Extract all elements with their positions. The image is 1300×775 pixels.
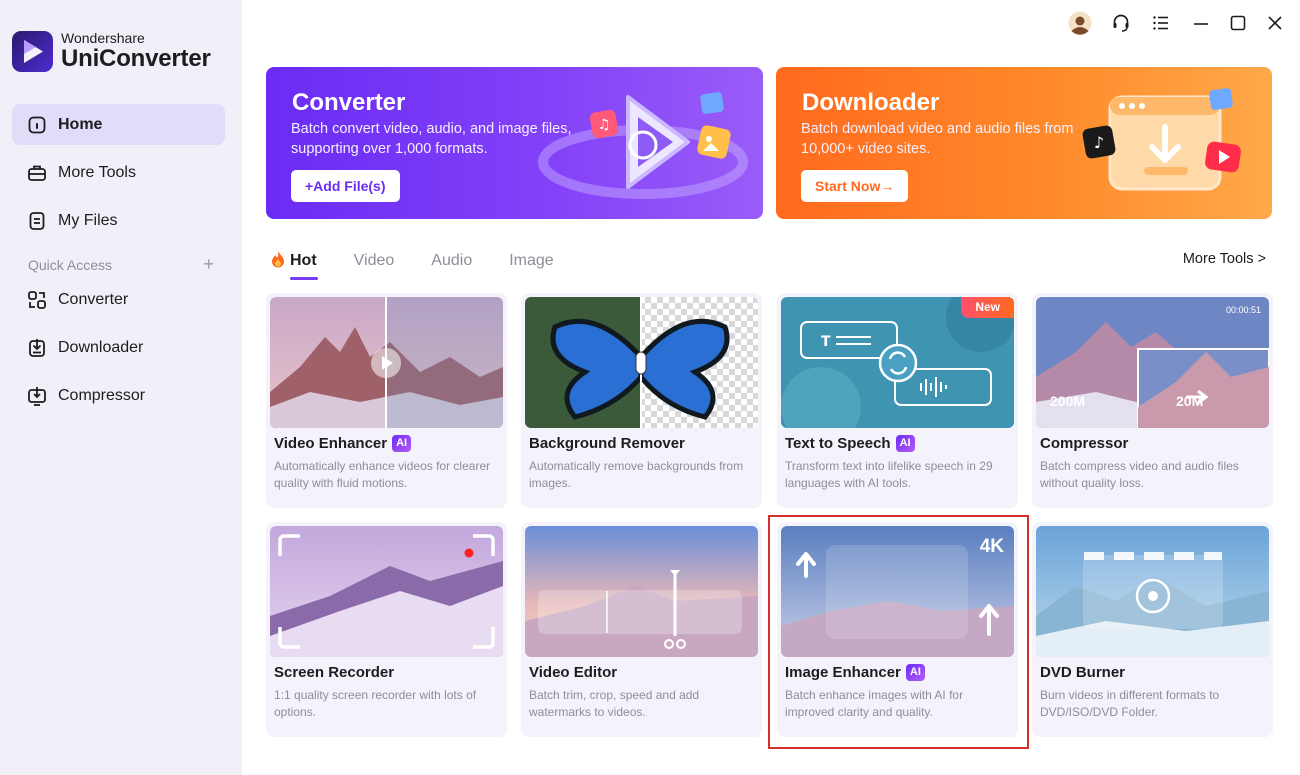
minimize-icon[interactable]: [1188, 10, 1214, 36]
converter-banner[interactable]: ♫ Converter Batch convert video, audio, …: [266, 67, 763, 219]
video-timestamp: 00:00:51: [1225, 305, 1261, 315]
tool-card-video-enhancer[interactable]: Video Enhancer AI Automatically enhance v…: [266, 293, 507, 508]
video-enhancer-thumbnail: [270, 297, 503, 428]
maximize-icon[interactable]: [1225, 10, 1251, 36]
quick-access-label: Quick Access: [28, 256, 113, 273]
start-now-button[interactable]: Start Now→: [801, 170, 909, 202]
card-title: Background Remover: [529, 435, 685, 452]
add-quick-access-button[interactable]: +: [203, 254, 214, 275]
card-title: Text to Speech: [785, 435, 891, 452]
sidebar-item-my-files[interactable]: My Files: [12, 200, 225, 241]
tab-label: Video: [353, 252, 395, 269]
text-to-speech-thumbnail: T New: [781, 297, 1014, 428]
ai-badge: AI: [392, 435, 412, 452]
dvd-burner-thumbnail: [1036, 526, 1269, 657]
tool-card-video-editor[interactable]: Video Editor Batch trim, crop, speed and…: [521, 522, 762, 737]
card-description: 1:1 quality screen recorder with lots of…: [274, 688, 477, 719]
card-description: Batch compress video and audio files wit…: [1040, 459, 1239, 490]
svg-text:♫: ♫: [598, 117, 611, 133]
headset-icon[interactable]: [1108, 10, 1134, 36]
ai-badge: AI: [895, 435, 915, 452]
brand-company: Wondershare: [61, 30, 145, 46]
home-icon: [26, 114, 48, 136]
converter-description: Batch convert video, audio, and image fi…: [291, 121, 572, 157]
card-title: Video Enhancer: [274, 435, 388, 452]
card-description: Automatically enhance videos for clearer…: [274, 459, 491, 490]
category-tabs: Hot Video Audio Image: [270, 248, 591, 280]
quick-access-header: Quick Access +: [28, 254, 214, 275]
downloader-description: Batch download video and audio files fro…: [801, 121, 1074, 157]
image-enhancer-thumbnail: 4K: [781, 526, 1014, 657]
compress-to-size: 20M: [1176, 393, 1204, 409]
toolbox-icon: [26, 162, 48, 184]
background-remover-thumbnail: [525, 297, 758, 428]
card-description: Batch enhance images with AI for improve…: [785, 688, 964, 719]
tool-card-text-to-speech[interactable]: T New Text to Speech AI Transform text in…: [777, 293, 1018, 508]
brand-product: UniConverter: [61, 45, 211, 72]
more-tools-link[interactable]: More Tools >: [1183, 251, 1266, 267]
sidebar-item-label: Converter: [58, 290, 129, 308]
tab-label: Audio: [431, 252, 473, 269]
converter-title: Converter: [292, 89, 406, 116]
resolution-label: 4K: [979, 536, 1004, 557]
card-title: Screen Recorder: [274, 664, 395, 681]
card-title: Image Enhancer: [785, 664, 901, 681]
tab-video[interactable]: Video: [354, 248, 395, 274]
avatar[interactable]: [1067, 10, 1093, 36]
sidebar-item-more-tools[interactable]: More Tools: [12, 152, 225, 193]
video-editor-thumbnail: [525, 526, 758, 657]
tab-hot[interactable]: Hot: [270, 248, 318, 280]
tool-card-background-remover[interactable]: Background Remover Automatically remove …: [521, 293, 762, 508]
card-title: DVD Burner: [1040, 664, 1126, 681]
card-description: Burn videos in different formats to DVD/…: [1040, 688, 1220, 719]
sidebar-item-downloader[interactable]: Downloader: [12, 327, 225, 368]
sidebar-item-home[interactable]: Home: [12, 104, 225, 145]
new-badge: New: [961, 297, 1014, 318]
sidebar-item-label: Downloader: [58, 338, 144, 356]
file-icon: [26, 210, 48, 232]
tab-image[interactable]: Image: [509, 248, 553, 274]
close-icon[interactable]: [1262, 10, 1288, 36]
compress-from-size: 200M: [1050, 393, 1086, 409]
svg-text:T: T: [821, 334, 831, 350]
downloader-title: Downloader: [802, 89, 940, 116]
tool-card-dvd-burner[interactable]: DVD Burner Burn videos in different form…: [1032, 522, 1273, 737]
card-description: Transform text into lifelike speech in 2…: [785, 459, 993, 490]
card-description: Automatically remove backgrounds from im…: [529, 459, 744, 490]
tab-label: Hot: [290, 252, 317, 269]
app-logo: [12, 30, 53, 72]
screen-recorder-thumbnail: [270, 526, 503, 657]
sidebar-item-label: Compressor: [58, 386, 146, 404]
converter-icon: [26, 289, 48, 311]
tool-card-compressor[interactable]: 200M 20M 00:00:51 Compressor Batch compr…: [1032, 293, 1273, 508]
compressor-thumbnail: 200M 20M 00:00:51: [1036, 297, 1269, 428]
compressor-icon: [26, 385, 48, 407]
tool-card-image-enhancer[interactable]: 4K Image Enhancer AI Batch enhance images…: [777, 522, 1018, 737]
fire-icon: [270, 250, 286, 273]
downloader-icon: [26, 337, 48, 359]
sidebar-item-label: More Tools: [58, 163, 136, 181]
sidebar-item-converter[interactable]: Converter: [12, 279, 225, 320]
menu-icon[interactable]: [1148, 10, 1174, 36]
sidebar-item-label: Home: [58, 115, 103, 133]
sidebar-item-label: My Files: [58, 211, 118, 229]
add-files-button[interactable]: +Add File(s): [291, 170, 400, 202]
ai-badge: AI: [905, 664, 925, 681]
sidebar-item-compressor[interactable]: Compressor: [12, 375, 225, 416]
card-description: Batch trim, crop, speed and add watermar…: [529, 688, 700, 719]
tab-audio[interactable]: Audio: [431, 248, 472, 274]
card-title: Compressor: [1040, 435, 1129, 452]
tool-card-screen-recorder[interactable]: Screen Recorder 1:1 quality screen recor…: [266, 522, 507, 737]
downloader-banner[interactable]: ♪ Downloader Batch download video and au…: [776, 67, 1272, 219]
card-title: Video Editor: [529, 664, 618, 681]
brand: Wondershare UniConverter: [12, 30, 211, 72]
tab-label: Image: [509, 252, 554, 269]
sidebar: Wondershare UniConverter Home More Tools…: [0, 0, 242, 775]
